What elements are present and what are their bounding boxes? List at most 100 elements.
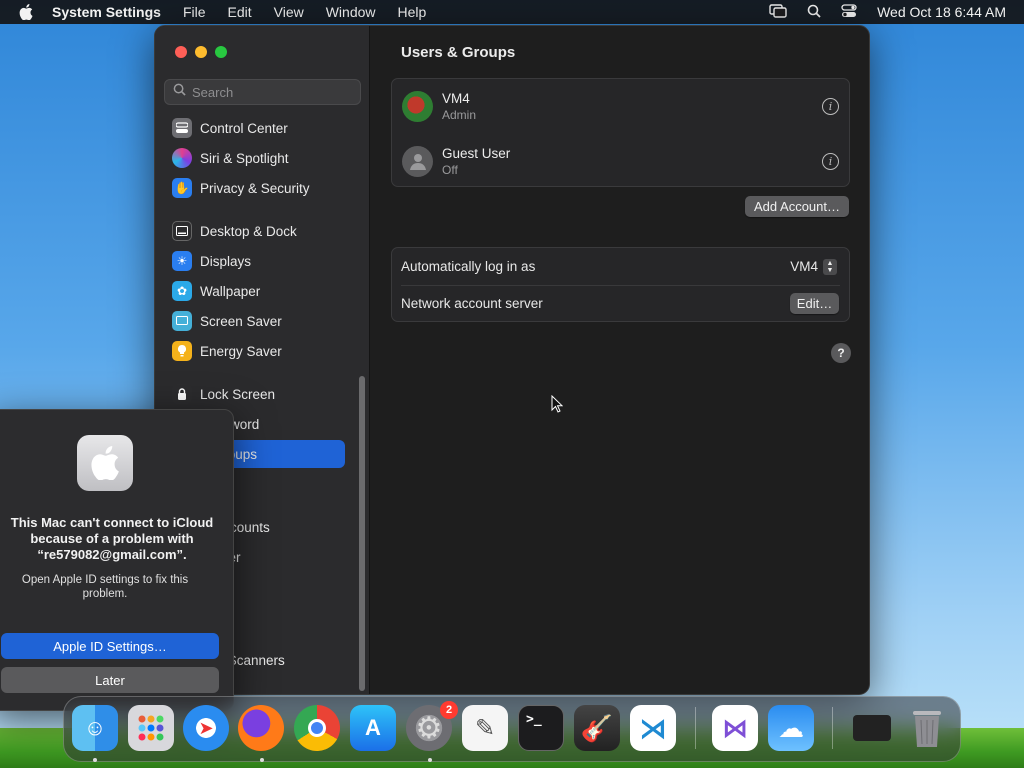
user-role: Off (442, 162, 458, 177)
sidebar-item-label: Wallpaper (200, 283, 261, 299)
dock-app-store[interactable]: A (350, 705, 396, 751)
screen-mirroring-icon[interactable] (769, 3, 787, 21)
page-title: Users & Groups (401, 44, 516, 61)
auto-login-label: Automatically log in as (401, 259, 536, 274)
dock-icon (172, 221, 192, 241)
launchpad-grid-icon (138, 715, 164, 741)
sidebar-item-label: Screen Saver (200, 313, 282, 329)
visual-studio-icon: ⋈ (722, 712, 748, 743)
notification-badge: 2 (440, 701, 458, 719)
user-row-vm4[interactable]: VM4 Admin i (392, 79, 849, 133)
sidebar-item-energy-saver[interactable]: Energy Saver (164, 337, 345, 365)
user-avatar (402, 145, 433, 177)
dock-system-settings[interactable]: ⚙ 2 (406, 701, 458, 751)
system-settings-window: Control Center Siri & Spotlight ✋ Privac… (154, 25, 870, 695)
spotlight-search-icon[interactable] (807, 4, 821, 21)
minimize-window-button[interactable] (195, 46, 207, 58)
dock-visual-studio[interactable]: ⋈ (712, 705, 758, 751)
menu-edit[interactable]: Edit (228, 4, 252, 20)
window-controls (175, 46, 227, 58)
users-groups-pane: Users & Groups VM4 Admin i Guest User Of… (371, 26, 869, 694)
dock-textedit[interactable]: ✎ (462, 705, 508, 751)
chrome-icon (308, 719, 326, 737)
network-server-label: Network account server (401, 296, 543, 311)
screen-saver-icon (172, 311, 192, 331)
network-server-row: Network account server Edit… (392, 285, 849, 322)
sidebar-item-label: Energy Saver (200, 343, 282, 359)
dock-weather[interactable]: ☁ (768, 705, 814, 751)
alert-title: This Mac can't connect to iCloud because… (10, 515, 214, 562)
sidebar-item-control-center[interactable]: Control Center (164, 114, 345, 142)
sidebar-scrollbar[interactable] (359, 376, 365, 691)
dock-trash[interactable] (904, 705, 950, 751)
control-center-icon (172, 118, 192, 138)
compass-icon: ➤ (198, 717, 214, 738)
dock: ☺ ➤ A ⚙ 2 ✎ >_ 🎸 ⋊ ⋈ ☁ (63, 696, 961, 762)
sidebar-item-label: Displays (200, 253, 252, 269)
chevron-up-down-icon: ▲ ▼ (823, 258, 837, 275)
login-options: Automatically log in as VM4 ▲ ▼ Network a… (391, 247, 850, 322)
close-window-button[interactable] (175, 46, 187, 58)
terminal-prompt-icon: >_ (526, 712, 542, 727)
sidebar-item-desktop-dock[interactable]: Desktop & Dock (164, 217, 345, 245)
sidebar-search[interactable] (164, 79, 361, 105)
control-center-icon[interactable] (841, 3, 857, 21)
menu-view[interactable]: View (274, 4, 304, 20)
gear-icon: ⚙ (415, 711, 443, 745)
zoom-window-button[interactable] (215, 46, 227, 58)
dock-finder[interactable]: ☺ (72, 705, 118, 751)
dock-firefox[interactable] (238, 705, 284, 751)
help-button[interactable]: ? (831, 343, 851, 363)
dock-separator (695, 707, 696, 749)
sidebar-item-screen-saver[interactable]: Screen Saver (164, 307, 345, 335)
apple-id-settings-button[interactable]: Apple ID Settings… (1, 633, 219, 659)
dock-garageband[interactable]: 🎸 (574, 705, 620, 751)
alert-message: Open Apple ID settings to fix this probl… (21, 574, 189, 600)
user-avatar (402, 90, 433, 122)
users-list: VM4 Admin i Guest User Off i (391, 78, 850, 187)
running-indicator (428, 758, 432, 762)
sidebar-item-label: Lock Screen (200, 386, 276, 402)
info-icon[interactable]: i (822, 152, 839, 170)
menu-help[interactable]: Help (398, 4, 427, 20)
pencil-icon: ✎ (474, 714, 496, 742)
dock-terminal[interactable]: >_ (518, 705, 564, 751)
menu-bar: System Settings File Edit View Window He… (0, 0, 1024, 24)
edit-button[interactable]: Edit… (790, 293, 839, 314)
sidebar-item-wallpaper[interactable]: ✿ Wallpaper (164, 277, 345, 305)
menu-window[interactable]: Window (326, 4, 376, 20)
info-icon[interactable]: i (822, 97, 839, 115)
add-account-button[interactable]: Add Account… (745, 196, 849, 217)
sun-icon: ☀ (172, 251, 192, 271)
flower-icon: ✿ (172, 281, 192, 301)
later-button[interactable]: Later (1, 667, 219, 693)
sidebar-item-displays[interactable]: ☀ Displays (164, 247, 345, 275)
sidebar-item-label: Privacy & Security (200, 180, 310, 196)
app-store-icon: A (365, 715, 381, 740)
icloud-alert-dialog: This Mac can't connect to iCloud because… (0, 409, 234, 711)
app-name-menu[interactable]: System Settings (52, 4, 161, 20)
dock-chrome[interactable] (294, 705, 340, 751)
auto-login-select[interactable]: VM4 ▲ ▼ (790, 258, 837, 275)
sidebar-item-lock-screen[interactable]: Lock Screen (164, 380, 345, 408)
running-indicator (93, 758, 97, 762)
vscode-icon: ⋊ (639, 712, 667, 744)
finder-icon: ☺ (83, 715, 107, 740)
dock-safari[interactable]: ➤ (183, 705, 229, 751)
dock-launchpad[interactable] (128, 705, 174, 751)
dock-vscode[interactable]: ⋊ (630, 705, 676, 751)
user-row-guest[interactable]: Guest User Off i (392, 134, 849, 188)
sidebar-item-privacy-security[interactable]: ✋ Privacy & Security (164, 174, 345, 202)
user-name: Guest User (442, 145, 511, 161)
dock-separator (832, 707, 833, 749)
sidebar-item-label: Desktop & Dock (200, 223, 297, 239)
menu-file[interactable]: File (183, 4, 206, 20)
apple-menu-icon[interactable] (0, 4, 52, 20)
apple-logo-icon (77, 435, 133, 491)
user-name: VM4 (442, 90, 470, 106)
search-input[interactable] (192, 84, 352, 100)
menu-bar-clock[interactable]: Wed Oct 18 6:44 AM (877, 4, 1006, 20)
sidebar-item-label: Control Center (200, 120, 288, 136)
dock-downloads[interactable] (849, 705, 895, 751)
sidebar-item-siri-spotlight[interactable]: Siri & Spotlight (164, 144, 345, 172)
